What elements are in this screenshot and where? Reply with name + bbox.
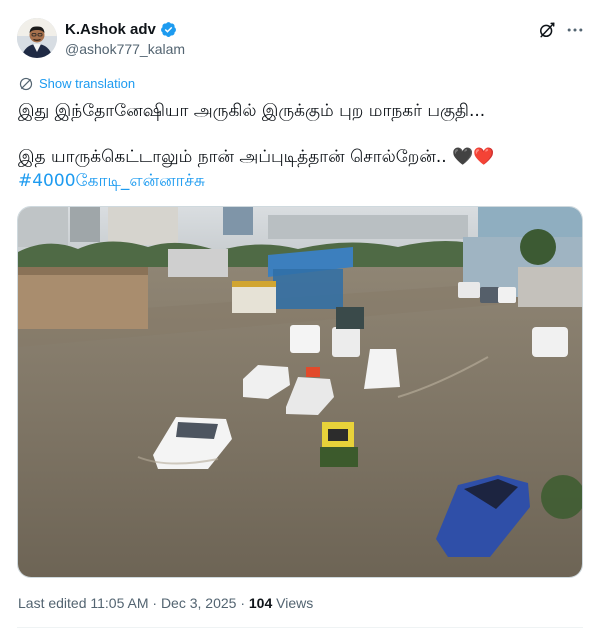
tweet-text: இது இந்தோனேஷியா அருகில் இருக்கும் புற மா…: [18, 99, 578, 193]
flooded-street-photo-icon: [18, 207, 582, 577]
tweet: K.Ashok adv @ashok777_kalam Show transla…: [0, 0, 596, 636]
hashtag-link[interactable]: #4000கோடி_என்னாச்சு: [18, 169, 578, 193]
heart-emojis: 🖤❤️: [452, 147, 495, 167]
author-name-row: K.Ashok adv: [65, 21, 177, 38]
tweet-text-spacer: [18, 123, 578, 145]
edited-timestamp[interactable]: Last edited 11:05 AM · Dec 3, 2025 ·: [18, 595, 249, 611]
tweet-text-line-1: இது இந்தோனேஷியா அருகில் இருக்கும் புற மா…: [18, 101, 486, 121]
show-translation[interactable]: Show translation: [19, 76, 135, 91]
divider: [17, 627, 583, 628]
show-translation-label[interactable]: Show translation: [39, 76, 135, 91]
author-handle[interactable]: @ashok777_kalam: [65, 41, 185, 57]
verified-badge-icon[interactable]: [160, 21, 177, 38]
views-label: Views: [272, 595, 314, 611]
tweet-photo[interactable]: [17, 206, 583, 578]
tweet-meta: Last edited 11:05 AM · Dec 3, 2025 · 104…: [18, 595, 313, 611]
author-name[interactable]: K.Ashok adv: [65, 21, 156, 38]
tweet-text-line-2-text: இத யாருக்கெட்டாலும் நான் அப்புடித்தான் ச…: [18, 147, 447, 167]
views-count: 104: [248, 595, 273, 611]
more-icon[interactable]: [565, 20, 585, 40]
tweet-text-line-2: இத யாருக்கெட்டாலும் நான் அப்புடித்தான் ச…: [18, 145, 578, 169]
grok-icon[interactable]: [537, 20, 557, 40]
profile-photo-icon: [17, 18, 57, 58]
translate-icon: [19, 77, 33, 90]
avatar[interactable]: [17, 18, 57, 58]
